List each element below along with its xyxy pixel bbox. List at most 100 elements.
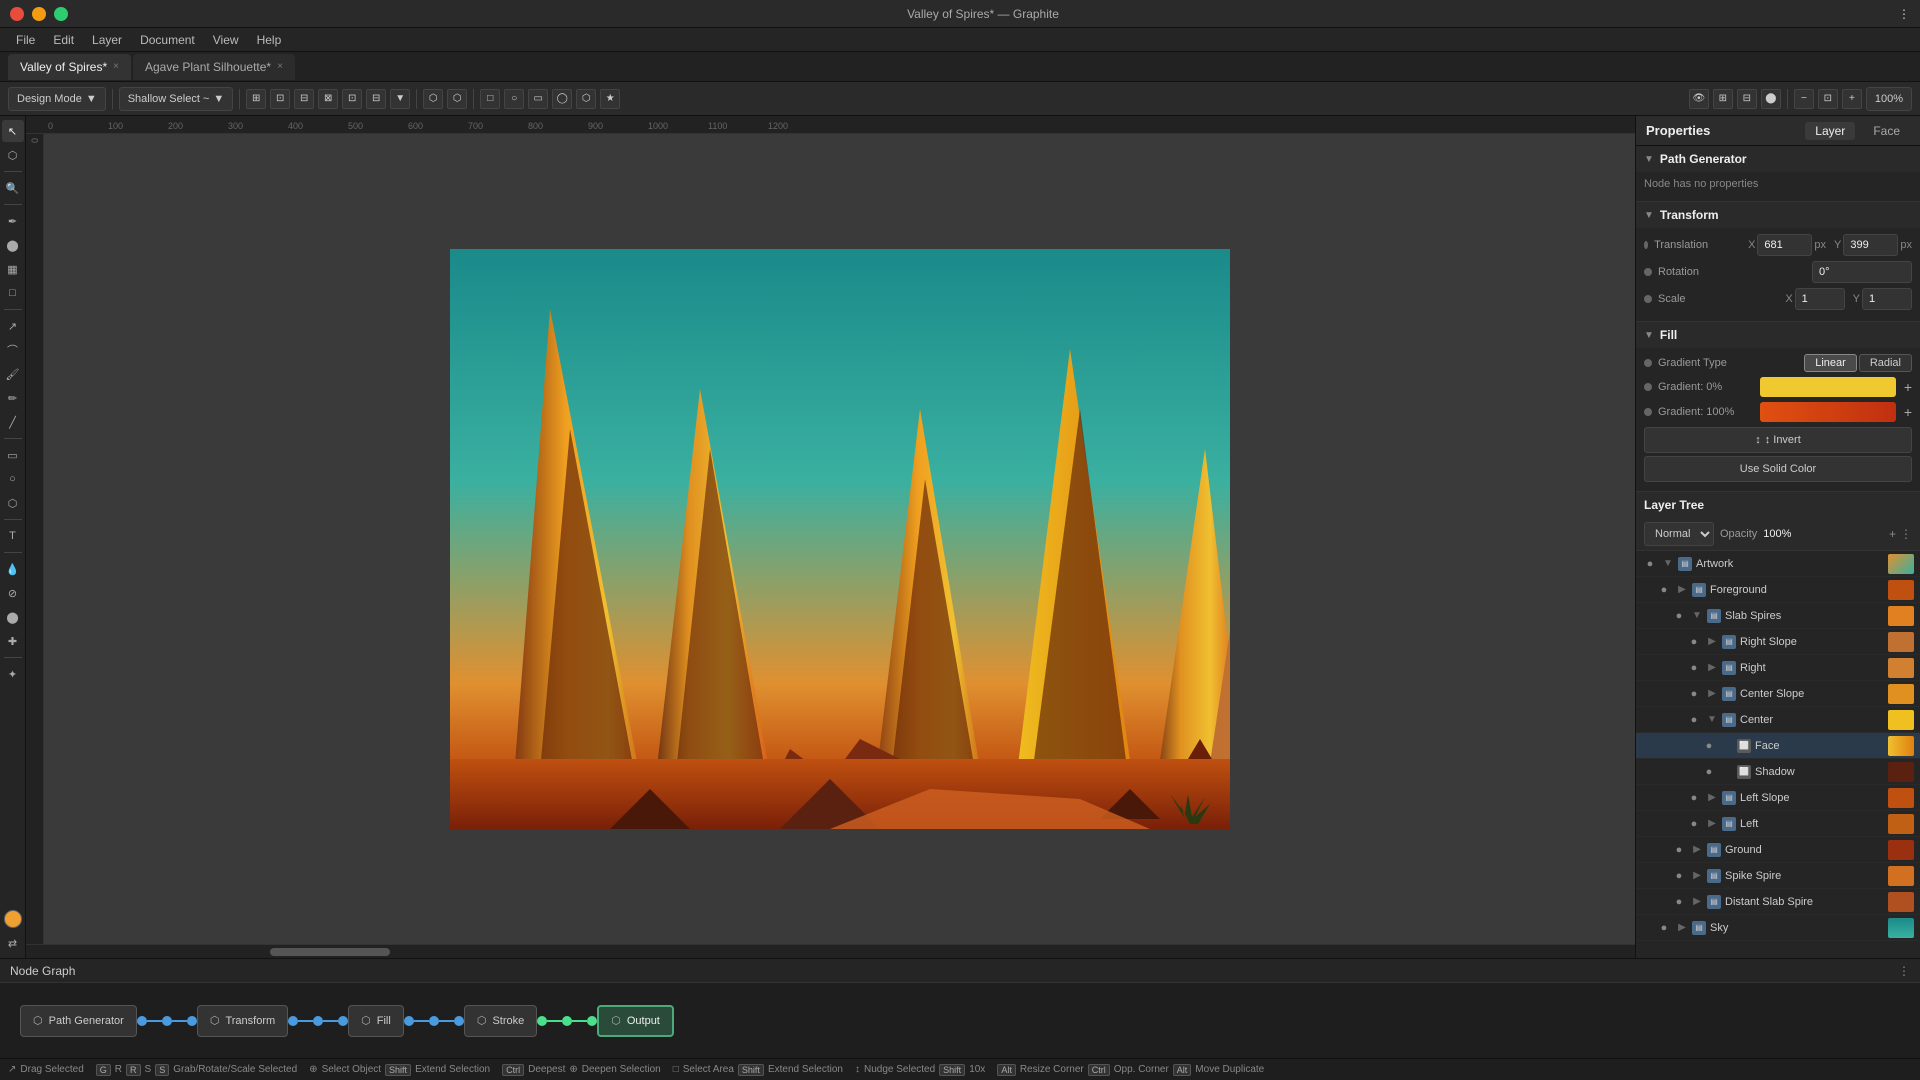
foreground-color[interactable]	[4, 910, 22, 928]
linear-btn[interactable]: Linear	[1804, 354, 1857, 372]
rect-btn[interactable]: ▭	[528, 89, 548, 109]
node-path-generator[interactable]: ⬡ Path Generator	[20, 1005, 137, 1037]
layer-more-btn[interactable]: ⋮	[1900, 527, 1912, 541]
layer-slabspires[interactable]: ● ▼ ▤ Slab Spires	[1636, 603, 1920, 629]
layer-centerslope-expand[interactable]: ▶	[1706, 688, 1718, 699]
layer-foreground[interactable]: ● ▶ ▤ Foreground	[1636, 577, 1920, 603]
square-btn[interactable]: □	[480, 89, 500, 109]
color-mode-btn[interactable]: ⬤	[1761, 89, 1781, 109]
node-stroke[interactable]: ⬡ Stroke	[464, 1005, 537, 1037]
oval-btn[interactable]: ◯	[552, 89, 572, 109]
swap-colors[interactable]: ⇄	[2, 932, 24, 954]
layer-centerslope[interactable]: ● ▶ ▤ Center Slope	[1636, 681, 1920, 707]
use-solid-color-button[interactable]: Use Solid Color	[1644, 456, 1912, 482]
fill-header[interactable]: ▼ Fill	[1636, 322, 1920, 348]
shape-tool[interactable]: □	[2, 282, 24, 304]
gradient-0-swatch[interactable]	[1760, 377, 1896, 397]
poly-btn[interactable]: ⬡	[576, 89, 596, 109]
bezier-tool[interactable]: ⌒	[2, 339, 24, 361]
layer-shadow-vis[interactable]: ●	[1701, 764, 1717, 780]
layer-artwork-vis[interactable]: ●	[1642, 556, 1658, 572]
heal-tool[interactable]: ✚	[2, 630, 24, 652]
blur-tool[interactable]: ⬤	[2, 606, 24, 628]
layer-left-vis[interactable]: ●	[1686, 816, 1702, 832]
layer-center-expand[interactable]: ▼	[1706, 714, 1718, 725]
menu-help[interactable]: Help	[249, 31, 290, 49]
transform-header[interactable]: ▼ Transform	[1636, 202, 1920, 228]
artwork-canvas[interactable]	[450, 249, 1230, 829]
layer-rightslope-expand[interactable]: ▶	[1706, 636, 1718, 647]
layer-ground-vis[interactable]: ●	[1671, 842, 1687, 858]
scrollbar-thumb-h[interactable]	[270, 948, 390, 956]
layer-ground[interactable]: ● ▶ ▤ Ground	[1636, 837, 1920, 863]
view-btn[interactable]: 👁	[1689, 89, 1709, 109]
rect-tool[interactable]: ▭	[2, 444, 24, 466]
blend-mode-select[interactable]: Normal	[1644, 522, 1714, 546]
layer-foreground-expand[interactable]: ▶	[1676, 584, 1688, 595]
align-left-btn[interactable]: ⊞	[246, 89, 266, 109]
eraser-tool[interactable]: ⊘	[2, 582, 24, 604]
layer-leftslope-expand[interactable]: ▶	[1706, 792, 1718, 803]
scale-x-input[interactable]	[1795, 288, 1845, 310]
layer-leftslope[interactable]: ● ▶ ▤ Left Slope	[1636, 785, 1920, 811]
layer-face[interactable]: ● ⬜ Face	[1636, 733, 1920, 759]
path-generator-header[interactable]: ▼ Path Generator	[1636, 146, 1920, 172]
minimize-button[interactable]	[32, 7, 46, 21]
shallow-select-btn[interactable]: Shallow Select ~ ▼	[119, 87, 234, 111]
zoom-in-btn[interactable]: +	[1842, 89, 1862, 109]
layer-spikespire-expand[interactable]: ▶	[1691, 870, 1703, 881]
gradient-100-plus[interactable]: +	[1904, 404, 1912, 420]
layer-distantslabspire-vis[interactable]: ●	[1671, 894, 1687, 910]
tab-valley-close[interactable]: ×	[113, 61, 119, 72]
node-graph-more[interactable]: ⋮	[1898, 964, 1910, 978]
scale-y-input[interactable]	[1862, 288, 1912, 310]
polygon-tool[interactable]: ⬡	[2, 492, 24, 514]
layer-centerslope-vis[interactable]: ●	[1686, 686, 1702, 702]
menu-view[interactable]: View	[205, 31, 247, 49]
line-tool[interactable]: ╱	[2, 411, 24, 433]
flip-btn[interactable]: ⬡	[447, 89, 467, 109]
zoom-fit-btn[interactable]: ⊡	[1818, 89, 1838, 109]
layer-distantslabspire[interactable]: ● ▶ ▤ Distant Slab Spire	[1636, 889, 1920, 915]
layer-right-vis[interactable]: ●	[1686, 660, 1702, 676]
layer-spikespire-vis[interactable]: ●	[1671, 868, 1687, 884]
node-transform[interactable]: ⬡ Transform	[197, 1005, 288, 1037]
node-fill[interactable]: ⬡ Fill	[348, 1005, 404, 1037]
snap-btn[interactable]: ⊟	[1737, 89, 1757, 109]
layer-distantslabspire-expand[interactable]: ▶	[1691, 896, 1703, 907]
layer-sky[interactable]: ● ▶ ▤ Sky	[1636, 915, 1920, 941]
maximize-button[interactable]	[54, 7, 68, 21]
radial-btn[interactable]: Radial	[1859, 354, 1912, 372]
layer-right-expand[interactable]: ▶	[1706, 662, 1718, 673]
rotation-input[interactable]	[1812, 261, 1912, 283]
ellipse-tool[interactable]: ○	[2, 468, 24, 490]
panel-tab-layer[interactable]: Layer	[1805, 122, 1855, 140]
menu-file[interactable]: File	[8, 31, 43, 49]
path-select-tool[interactable]: ↗	[2, 315, 24, 337]
translation-y-input[interactable]	[1843, 234, 1898, 256]
pen-tool[interactable]: ✒	[2, 210, 24, 232]
align-top-btn[interactable]: ⊠	[318, 89, 338, 109]
canvas-area[interactable]	[44, 134, 1635, 944]
display-btn[interactable]: ⊞	[1713, 89, 1733, 109]
layer-sky-vis[interactable]: ●	[1656, 920, 1672, 936]
layer-slabspires-vis[interactable]: ●	[1671, 608, 1687, 624]
tab-agave-close[interactable]: ×	[277, 61, 283, 72]
layer-artwork-expand[interactable]: ▼	[1662, 558, 1674, 569]
brush-tool[interactable]: 🖌	[2, 363, 24, 385]
layer-rightslope-vis[interactable]: ●	[1686, 634, 1702, 650]
menu-document[interactable]: Document	[132, 31, 203, 49]
panel-tab-face[interactable]: Face	[1863, 122, 1910, 140]
node-output[interactable]: ⬡ Output	[597, 1005, 674, 1037]
layer-center[interactable]: ● ▼ ▤ Center	[1636, 707, 1920, 733]
invert-button[interactable]: ↕ ↕ Invert	[1644, 427, 1912, 453]
close-button[interactable]	[10, 7, 24, 21]
layer-shadow[interactable]: ● ⬜ Shadow	[1636, 759, 1920, 785]
layer-center-vis[interactable]: ●	[1686, 712, 1702, 728]
menu-layer[interactable]: Layer	[84, 31, 130, 49]
select-tool[interactable]: ↖	[2, 120, 24, 142]
layer-rightslope[interactable]: ● ▶ ▤ Right Slope	[1636, 629, 1920, 655]
scrollbar-horizontal[interactable]	[26, 944, 1635, 958]
gradient-0-plus[interactable]: +	[1904, 379, 1912, 395]
layer-new-btn[interactable]: +	[1889, 527, 1896, 541]
